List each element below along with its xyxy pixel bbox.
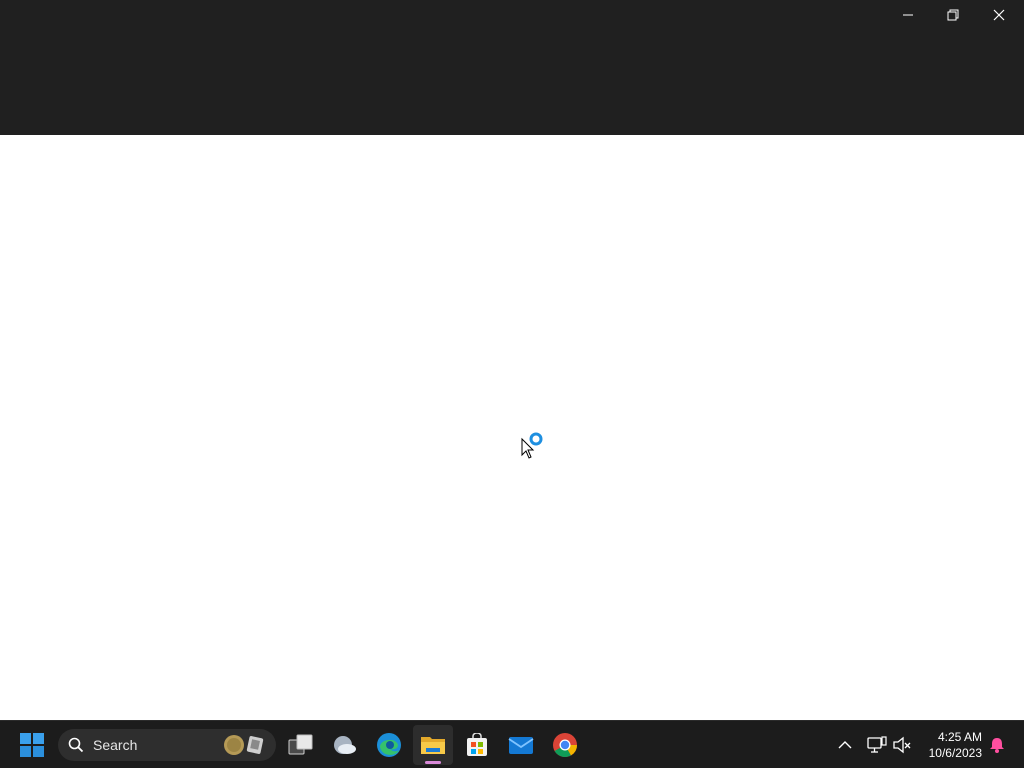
microsoft-store-button[interactable] [457, 725, 497, 765]
close-button[interactable] [976, 0, 1022, 30]
chrome-button[interactable] [545, 725, 585, 765]
edge-icon [377, 733, 401, 757]
windows-logo-icon [20, 733, 44, 757]
task-view-icon [288, 734, 313, 755]
store-icon [467, 733, 487, 756]
search-label: Search [93, 737, 138, 753]
restore-icon [947, 9, 959, 21]
restore-button[interactable] [930, 0, 976, 30]
bell-icon [990, 738, 1004, 753]
app-window [0, 0, 1024, 720]
window-content [0, 135, 1024, 720]
folder-icon [421, 737, 445, 754]
search-icon [68, 737, 84, 753]
close-icon [993, 9, 1005, 21]
network-status-button[interactable] [865, 733, 889, 757]
volume-button[interactable] [890, 733, 914, 757]
clock-time: 4:25 AM [937, 730, 982, 744]
search-box[interactable]: Search [58, 729, 276, 761]
start-button[interactable] [12, 725, 52, 765]
weather-widget-button[interactable] [325, 725, 365, 765]
title-bar[interactable] [0, 0, 1024, 135]
edge-button[interactable] [369, 725, 409, 765]
notifications-button[interactable] [985, 733, 1009, 757]
active-app-indicator [425, 761, 441, 764]
clock[interactable]: 4:25 AM 10/6/2023 [929, 729, 982, 761]
weather-icon [334, 736, 356, 754]
taskbar: Search 4:25 AM 10/6/2023 [0, 720, 1024, 768]
volume-muted-icon [893, 736, 911, 754]
task-view-button[interactable] [281, 725, 321, 765]
chrome-icon [553, 733, 577, 758]
minimize-button[interactable] [885, 0, 931, 30]
minimize-icon [903, 14, 913, 16]
show-hidden-icons-button[interactable] [833, 733, 857, 757]
clock-date: 10/6/2023 [928, 746, 982, 760]
chevron-up-icon [838, 741, 852, 749]
network-disconnected-icon [867, 736, 887, 753]
file-explorer-button[interactable] [413, 725, 453, 765]
busy-cursor-icon [521, 432, 543, 459]
mail-icon [508, 737, 534, 754]
search-highlight-icon [224, 735, 264, 755]
mail-button[interactable] [501, 725, 541, 765]
